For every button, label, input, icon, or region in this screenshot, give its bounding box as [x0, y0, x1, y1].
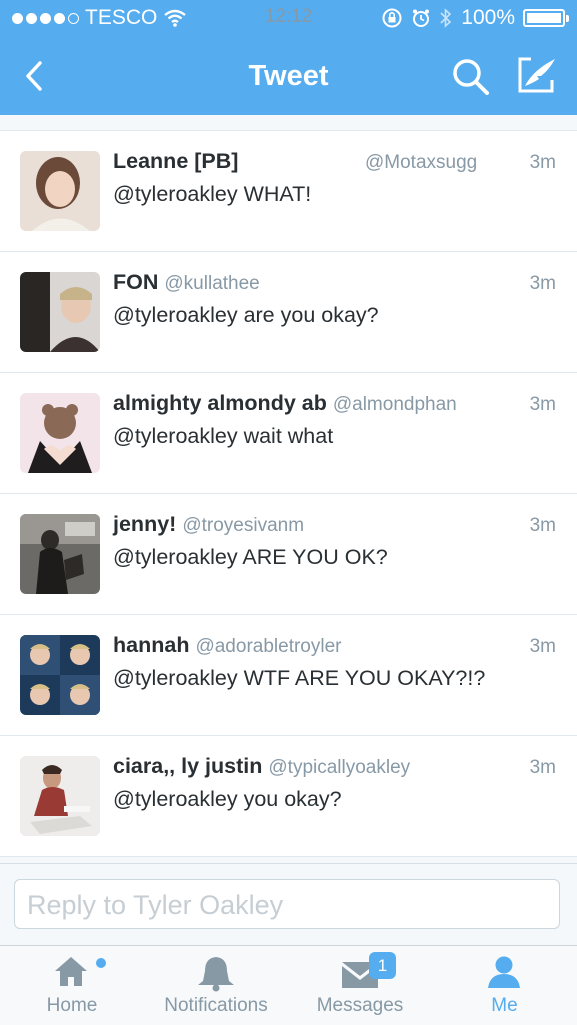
tweet-author-name[interactable]: Leanne [PB]	[113, 149, 238, 174]
tweet-author-displayname[interactable]: jenny!	[113, 512, 176, 536]
compose-icon[interactable]	[515, 56, 559, 96]
reply-bar: Reply to Tyler Oakley	[0, 863, 577, 946]
tweet-row[interactable]: almighty almondy ab @almondphan 3m @tyler…	[0, 373, 577, 494]
tweet-author-handle[interactable]: @troyesivanm	[182, 515, 304, 536]
tweet-author-name[interactable]: hannah @adorabletroyler	[113, 633, 341, 658]
avatar[interactable]	[20, 635, 100, 715]
tweet-author-handle[interactable]: @kullathee	[164, 273, 259, 294]
bell-icon	[198, 957, 234, 992]
search-icon[interactable]	[450, 56, 492, 98]
tweet-author-displayname[interactable]: FON	[113, 270, 158, 294]
tab-messages-label: Messages	[316, 995, 404, 1016]
tweet-time: 3m	[529, 273, 556, 294]
tab-notifications[interactable]: Notifications	[144, 946, 288, 1025]
tweet-text: @tyleroakley wait what	[113, 424, 334, 448]
nav-bar: Tweet	[0, 52, 577, 100]
avatar[interactable]	[20, 514, 100, 594]
tweet-author-displayname[interactable]: hannah	[113, 633, 189, 657]
avatar[interactable]	[20, 151, 100, 231]
tweet-author-handle[interactable]: @almondphan	[333, 394, 457, 415]
avatar[interactable]	[20, 272, 100, 352]
tweet-time: 3m	[529, 394, 556, 415]
tab-notifications-label: Notifications	[164, 995, 268, 1016]
home-unread-dot	[96, 958, 106, 968]
tweet-row[interactable]: hannah @adorabletroyler 3m @tyleroakley W…	[0, 615, 577, 736]
tab-home-label: Home	[46, 995, 98, 1016]
avatar[interactable]	[20, 393, 100, 473]
tweet-text: @tyleroakley WHAT!	[113, 182, 312, 206]
messages-badge: 1	[369, 952, 396, 979]
tab-me[interactable]: Me	[432, 946, 577, 1025]
tweet-time: 3m	[529, 152, 556, 173]
tweet-author-handle[interactable]: @adorabletroyler	[195, 636, 341, 657]
status-bar: TESCO 12:12 100%	[0, 6, 577, 32]
home-icon	[55, 957, 87, 986]
tweet-time: 3m	[529, 757, 556, 778]
battery-icon	[523, 9, 569, 27]
tweet-author-name[interactable]: FON @kullathee	[113, 270, 260, 295]
reply-input[interactable]: Reply to Tyler Oakley	[14, 879, 560, 929]
status-right-group: 100%	[381, 6, 569, 30]
tweet-text: @tyleroakley WTF ARE YOU OKAY?!?	[113, 666, 486, 690]
avatar[interactable]	[20, 756, 100, 836]
tweet-author-displayname[interactable]: ciara,, ly justin	[113, 754, 262, 778]
tweet-author-handle[interactable]: @Motaxsugg	[365, 152, 477, 174]
tab-bar: Home Notifications 1 Messages Me	[0, 945, 577, 1025]
tab-me-label: Me	[491, 995, 518, 1016]
tweet-row[interactable]: jenny! @troyesivanm 3m @tyleroakley ARE Y…	[0, 494, 577, 615]
app-header: TESCO 12:12 100% Tweet	[0, 0, 577, 115]
tweet-time: 3m	[529, 636, 556, 657]
alarm-icon	[413, 9, 430, 27]
tweet-author-name[interactable]: ciara,, ly justin @typicallyoakley	[113, 754, 410, 779]
tab-messages[interactable]: 1 Messages	[288, 946, 432, 1025]
tweet-row[interactable]: ciara,, ly justin @typicallyoakley 3m @ty…	[0, 736, 577, 857]
battery-percent: 100%	[461, 6, 515, 29]
tweet-author-name[interactable]: almighty almondy ab @almondphan	[113, 391, 457, 416]
tweet-text: @tyleroakley you okay?	[113, 787, 342, 811]
reply-placeholder: Reply to Tyler Oakley	[27, 890, 284, 920]
bluetooth-icon	[440, 8, 452, 28]
tweet-author-name[interactable]: jenny! @troyesivanm	[113, 512, 304, 537]
person-icon	[488, 956, 520, 988]
tweet-row[interactable]: Leanne [PB] @Motaxsugg 3m @tyleroakley W…	[0, 131, 577, 252]
tweet-row[interactable]: FON @kullathee 3m @tyleroakley are you ok…	[0, 252, 577, 373]
rotation-lock-icon	[382, 8, 402, 28]
tab-home[interactable]: Home	[0, 946, 144, 1025]
tweet-author-displayname[interactable]: almighty almondy ab	[113, 391, 327, 415]
tweet-text: @tyleroakley are you okay?	[113, 303, 379, 327]
tweet-list: Leanne [PB] @Motaxsugg 3m @tyleroakley W…	[0, 130, 577, 857]
tweet-text: @tyleroakley ARE YOU OK?	[113, 545, 388, 569]
tweet-time: 3m	[529, 515, 556, 536]
tweet-author-handle[interactable]: @typicallyoakley	[268, 757, 410, 778]
